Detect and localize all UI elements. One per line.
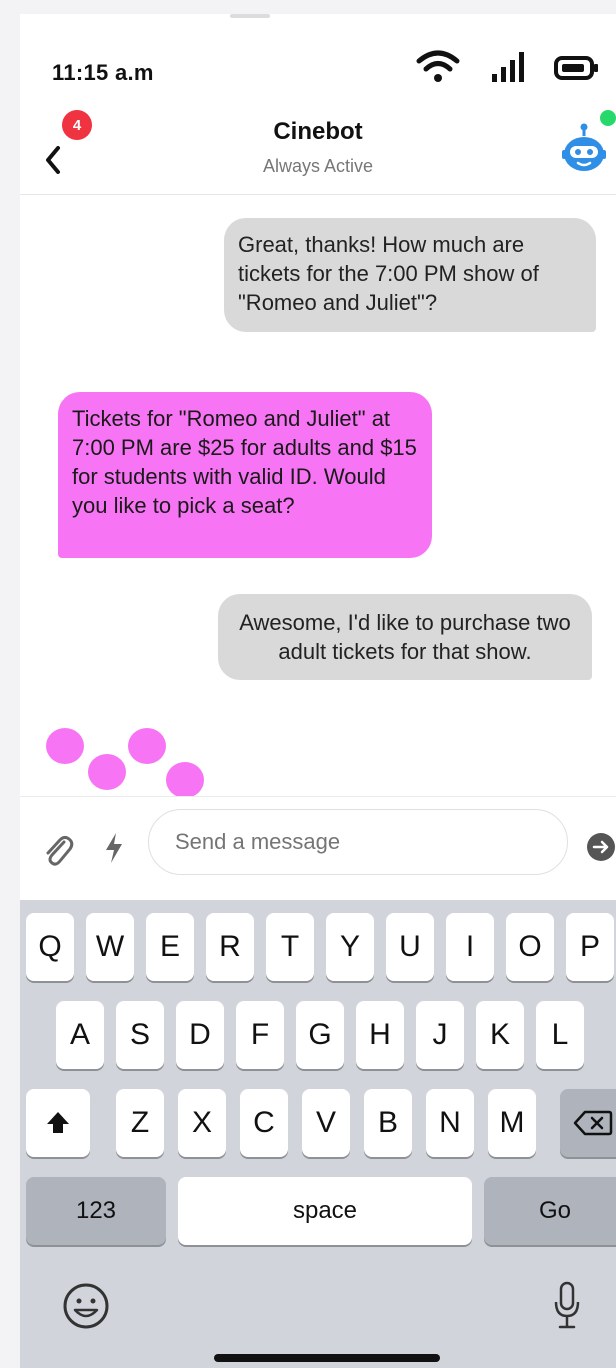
send-arrow-icon[interactable] bbox=[586, 832, 616, 862]
space-key[interactable]: space bbox=[178, 1177, 472, 1245]
message-input[interactable] bbox=[148, 809, 568, 875]
wifi-icon bbox=[416, 50, 460, 82]
chat-subtitle: Always Active bbox=[262, 156, 374, 176]
top-notch bbox=[230, 14, 270, 18]
key-b[interactable]: B bbox=[364, 1089, 412, 1157]
key-z[interactable]: Z bbox=[116, 1089, 164, 1157]
robot-icon[interactable] bbox=[562, 122, 612, 178]
key-l[interactable]: L bbox=[536, 1001, 584, 1069]
key-f[interactable]: F bbox=[236, 1001, 284, 1069]
key-t[interactable]: T bbox=[266, 913, 314, 981]
lightning-icon[interactable] bbox=[102, 831, 126, 865]
emoji-icon[interactable] bbox=[62, 1282, 110, 1330]
message-composer bbox=[20, 796, 616, 901]
numbers-key[interactable]: 123 bbox=[26, 1177, 166, 1245]
message-bubble-user: Great, thanks! How much are tickets for … bbox=[224, 218, 596, 332]
keyboard: Q W E R T Y U I O P A S D F G H J K L Z … bbox=[20, 900, 616, 1368]
microphone-icon[interactable] bbox=[552, 1280, 582, 1332]
key-e[interactable]: E bbox=[146, 913, 194, 981]
message-bubble-user: Awesome, I'd like to purchase two adult … bbox=[218, 594, 592, 680]
key-q[interactable]: Q bbox=[26, 913, 74, 981]
typing-dot bbox=[166, 762, 204, 798]
key-g[interactable]: G bbox=[296, 1001, 344, 1069]
key-r[interactable]: R bbox=[206, 913, 254, 981]
key-j[interactable]: J bbox=[416, 1001, 464, 1069]
key-a[interactable]: A bbox=[56, 1001, 104, 1069]
chat-header: 4 Cinebot Always Active bbox=[20, 110, 616, 195]
status-time: 11:15 a.m bbox=[52, 60, 154, 85]
shift-icon bbox=[47, 1112, 69, 1133]
battery-icon bbox=[554, 56, 598, 80]
key-c[interactable]: C bbox=[240, 1089, 288, 1157]
home-indicator[interactable] bbox=[214, 1354, 440, 1362]
key-k[interactable]: K bbox=[476, 1001, 524, 1069]
paperclip-icon[interactable] bbox=[42, 833, 74, 869]
typing-dot bbox=[88, 754, 126, 790]
key-m[interactable]: M bbox=[488, 1089, 536, 1157]
key-i[interactable]: I bbox=[446, 913, 494, 981]
key-w[interactable]: W bbox=[86, 913, 134, 981]
key-p[interactable]: P bbox=[566, 913, 614, 981]
key-o[interactable]: O bbox=[506, 913, 554, 981]
key-h[interactable]: H bbox=[356, 1001, 404, 1069]
signal-icon bbox=[492, 52, 524, 82]
chat-title: Cinebot bbox=[273, 118, 363, 145]
key-s[interactable]: S bbox=[116, 1001, 164, 1069]
online-status-dot bbox=[600, 110, 616, 126]
go-key[interactable]: Go bbox=[484, 1177, 616, 1245]
backspace-key[interactable] bbox=[560, 1089, 616, 1157]
key-u[interactable]: U bbox=[386, 913, 434, 981]
backspace-icon bbox=[573, 1110, 613, 1136]
key-d[interactable]: D bbox=[176, 1001, 224, 1069]
message-bubble-bot: Tickets for "Romeo and Juliet" at 7:00 P… bbox=[58, 392, 432, 558]
key-y[interactable]: Y bbox=[326, 913, 374, 981]
shift-key[interactable] bbox=[26, 1089, 90, 1157]
typing-dot bbox=[46, 728, 84, 764]
typing-dot bbox=[128, 728, 166, 764]
key-n[interactable]: N bbox=[426, 1089, 474, 1157]
key-v[interactable]: V bbox=[302, 1089, 350, 1157]
status-icons bbox=[416, 48, 606, 88]
key-x[interactable]: X bbox=[178, 1089, 226, 1157]
phone-screen: 11:15 a.m 4 Cinebot Always Active Great,… bbox=[20, 14, 616, 1368]
